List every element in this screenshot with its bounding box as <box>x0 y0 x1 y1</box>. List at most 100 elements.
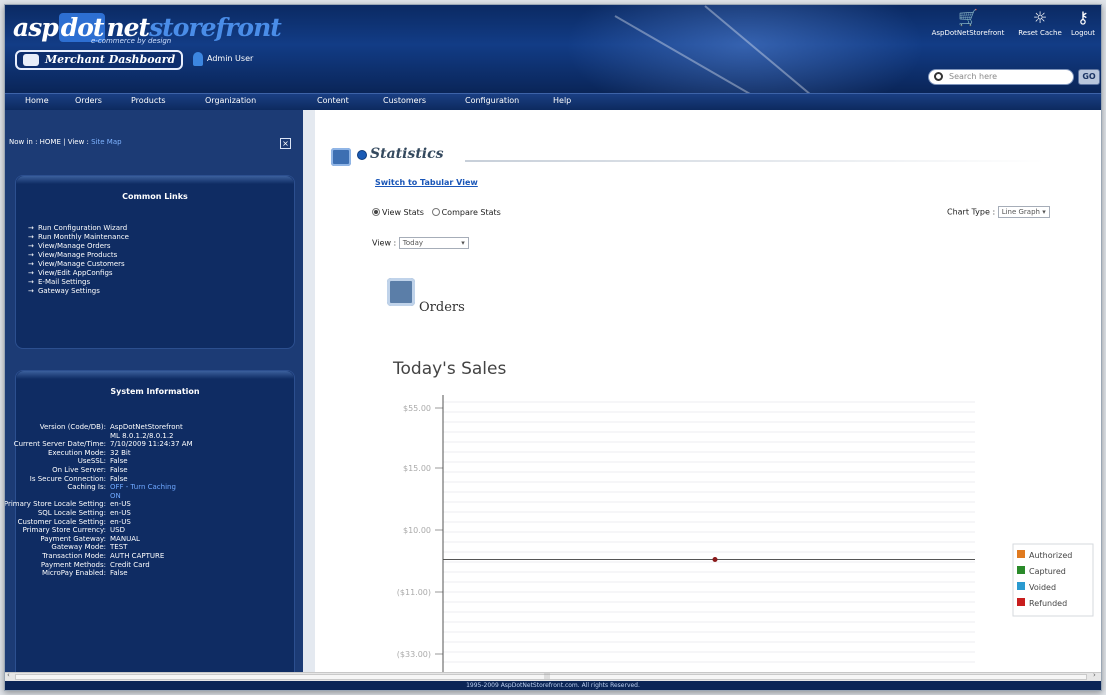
system-info-key: Gateway Mode: <box>51 543 106 552</box>
legend-swatch <box>1017 550 1025 558</box>
common-link-label: E-Mail Settings <box>38 278 91 286</box>
stats-mode-radios: View Stats Compare Stats <box>372 208 501 217</box>
search-placeholder: Search here <box>949 72 998 81</box>
nav-item-customers[interactable]: Customers <box>383 96 426 105</box>
breadcrumb-text: Now in : HOME | View : <box>9 138 92 146</box>
y-tick-label: ($33.00) <box>397 650 431 659</box>
chart-type-label: Chart Type : <box>947 207 996 217</box>
y-tick-label: ($11.00) <box>397 588 431 597</box>
system-info-value: 32 Bit <box>110 448 131 457</box>
y-tick-label: $55.00 <box>403 404 431 413</box>
system-information-panel: System Information Version (Code/DB): Asp… <box>5 370 295 680</box>
common-link-label: Gateway Settings <box>38 287 100 295</box>
common-link-item[interactable]: → View/Manage Customers <box>28 260 129 269</box>
nav-item-configuration[interactable]: Configuration <box>465 96 519 105</box>
chart-type-select[interactable]: Line Graph ▾ <box>997 206 1050 218</box>
common-link-item[interactable]: → E-Mail Settings <box>28 278 129 287</box>
go-button[interactable]: GO <box>1078 69 1100 85</box>
common-link-label: View/Manage Orders <box>38 242 111 250</box>
system-info-key: Primary Store Currency: <box>22 526 106 535</box>
storefront-link[interactable]: 🛒 AspDotNetStorefront <box>923 9 1013 38</box>
legend-swatch <box>1017 566 1025 574</box>
common-link-item[interactable]: → Run Monthly Maintenance <box>28 233 129 242</box>
chevron-down-icon: ▾ <box>461 239 465 247</box>
logout-link[interactable]: ⚷ Logout <box>1067 9 1099 38</box>
arrow-icon: → <box>28 233 34 241</box>
system-info-value: en-US <box>110 509 131 517</box>
common-link-label: View/Edit AppConfigs <box>38 269 113 277</box>
panel-header-bar <box>16 371 294 379</box>
common-link-label: View/Manage Products <box>38 251 118 259</box>
common-links-title: Common Links <box>122 192 188 201</box>
system-info-key: On Live Server: <box>52 466 106 474</box>
system-info-key: Version (Code/DB): <box>39 423 106 431</box>
reset-cache-label: Reset Cache <box>1018 29 1062 37</box>
logout-label: Logout <box>1071 29 1095 37</box>
chart-series <box>443 557 975 563</box>
chart-y-ticks: $55.00 $15.00 $10.00 ($11.00) ($33.00) <box>397 404 443 659</box>
system-info-value: TEST <box>110 543 128 552</box>
breadcrumb-site-map-link[interactable]: Site Map <box>91 138 121 146</box>
main-nav: Home Orders Products Organization Conten… <box>5 93 1101 110</box>
scroll-right-arrow-icon[interactable]: › <box>1093 671 1096 679</box>
common-link-item[interactable]: → View/Edit AppConfigs <box>28 269 129 278</box>
compare-stats-radio[interactable]: Compare Stats <box>431 208 501 217</box>
arrow-icon: → <box>28 269 34 277</box>
admin-user-label: Admin User <box>207 54 254 63</box>
chart-legend: Authorized Captured Voided Refunded <box>1012 543 1094 617</box>
system-info-key: Current Server Date/Time: <box>13 440 106 449</box>
section-title: Statistics <box>370 146 444 162</box>
common-link-item[interactable]: → View/Manage Orders <box>28 242 129 251</box>
common-link-item[interactable]: → Gateway Settings <box>28 287 129 296</box>
view-stats-radio[interactable]: View Stats <box>372 208 424 217</box>
collapse-sidebar-icon[interactable]: × <box>280 138 291 149</box>
legend-label: Refunded <box>1029 599 1067 608</box>
horizontal-scrollbar[interactable]: ‹ ||| › <box>5 671 1101 681</box>
arrow-icon: → <box>28 278 34 286</box>
arrow-icon: → <box>28 242 34 250</box>
view-select[interactable]: Today ▾ <box>398 237 469 249</box>
nav-item-products[interactable]: Products <box>131 96 166 105</box>
nav-item-orders[interactable]: Orders <box>75 96 102 105</box>
wrench-icon <box>23 54 39 66</box>
system-info-key: Customer Locale Setting: <box>17 517 106 526</box>
system-info-value: Credit Card <box>110 560 150 569</box>
common-link-item[interactable]: → Run Configuration Wizard <box>28 224 129 233</box>
system-info-value: False <box>110 474 128 483</box>
nav-item-content[interactable]: Content <box>317 96 349 105</box>
data-point <box>712 557 718 563</box>
admin-user[interactable]: Admin User <box>193 51 253 67</box>
breadcrumb: Now in : HOME | View : Site Map <box>9 138 122 146</box>
system-info-value: False <box>110 569 128 578</box>
header: asp dot netstorefront e-commerce by design… <box>5 5 1101 93</box>
chart-type-control: Chart Type : Line Graph ▾ <box>947 206 1050 218</box>
logo-part: asp <box>13 13 59 42</box>
system-info-value: AspDotNetStorefront <box>110 423 183 431</box>
radio-unchecked-icon <box>431 208 440 216</box>
search-input[interactable]: Search here <box>928 69 1074 85</box>
footer: 1995-2009 AspDotNetStorefront.com. All r… <box>5 681 1101 690</box>
nav-item-home[interactable]: Home <box>25 96 49 105</box>
tagline: e-commerce by design <box>91 37 172 45</box>
nav-item-organization[interactable]: Organization <box>205 96 256 105</box>
merchant-dashboard-button[interactable]: Merchant Dashboard <box>15 50 183 70</box>
scrollbar-thumb[interactable]: ||| <box>15 673 1087 680</box>
browser-window: asp dot netstorefront e-commerce by design… <box>4 4 1102 691</box>
y-tick-label: $15.00 <box>403 464 431 473</box>
chevron-down-icon: ▾ <box>1042 208 1046 216</box>
merchant-dashboard-label: Merchant Dashboard <box>45 53 176 66</box>
system-info-key: Execution Mode: <box>47 448 106 457</box>
switch-to-tabular-link[interactable]: Switch to Tabular View <box>375 178 478 187</box>
arrow-icon: → <box>28 224 34 232</box>
scroll-left-arrow-icon[interactable]: ‹ <box>7 671 10 679</box>
common-link-item[interactable]: → View/Manage Products <box>28 251 129 260</box>
reset-cache-link[interactable]: ☼ Reset Cache <box>1017 8 1063 38</box>
sidebar: Now in : HOME | View : Site Map × Common… <box>5 110 303 680</box>
arrow-icon: → <box>28 287 34 295</box>
system-info-key: Is Secure Connection: <box>29 474 106 483</box>
refresh-icon: ☼ <box>1032 8 1048 27</box>
system-info-value: en-US <box>110 500 131 509</box>
nav-item-help[interactable]: Help <box>553 96 571 105</box>
system-info-value: USD <box>110 526 125 535</box>
collapse-section-icon[interactable] <box>357 150 367 160</box>
